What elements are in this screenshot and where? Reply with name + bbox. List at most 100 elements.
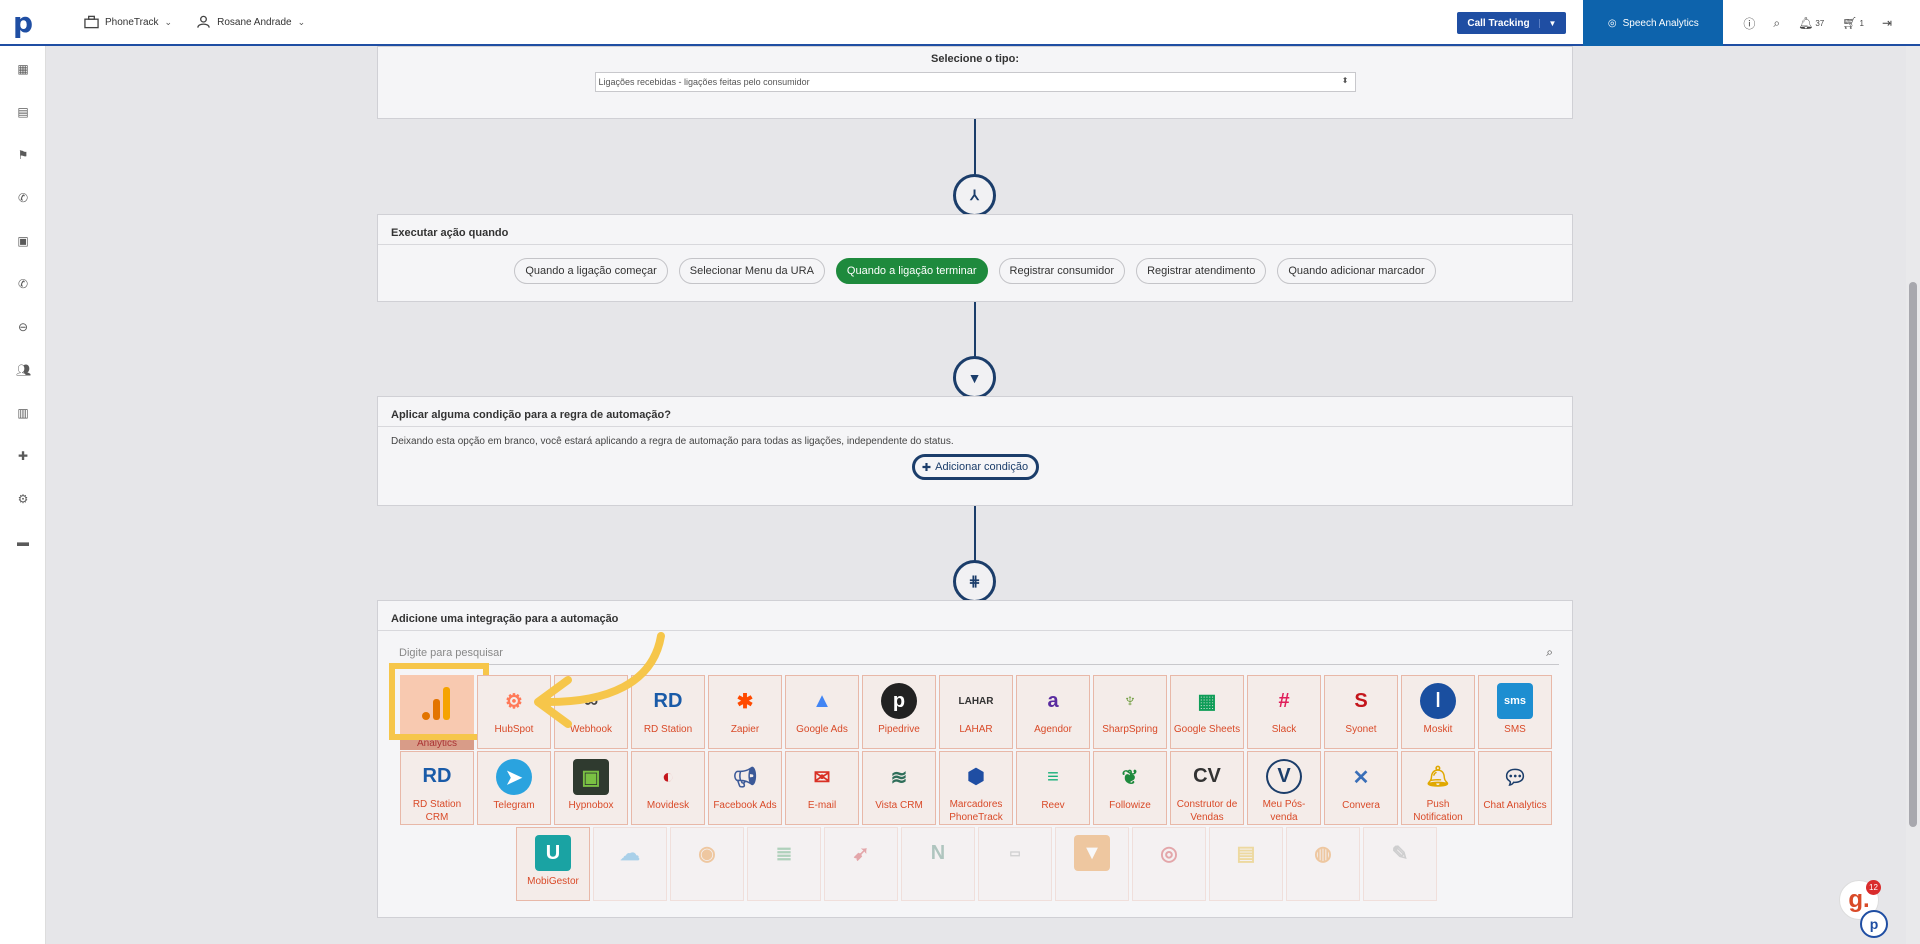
integration-followize[interactable]: ❦ Followize [1093, 751, 1167, 825]
connector-line [974, 119, 976, 176]
integration-meu-pos-venda[interactable]: V Meu Pós-venda [1247, 751, 1321, 825]
tipo-select[interactable]: Ligações recebidas - ligações feitas pel… [594, 72, 1356, 92]
integration-sharpspring[interactable]: ♆ SharpSpring [1093, 675, 1167, 749]
documents-icon[interactable]: ▤ [16, 105, 30, 119]
email-icon: ✉ [813, 766, 831, 789]
checklist-icon: ✎ [1391, 842, 1409, 865]
integration-rd-station-crm[interactable]: RD RD Station CRM [400, 751, 474, 825]
logo-mark: p [12, 5, 34, 39]
integration-syonet[interactable]: S Syonet [1324, 675, 1398, 749]
hubspot-icon: ⚙ [505, 690, 523, 713]
pipedrive-icon: p [881, 683, 917, 719]
chip-adicionar-marcador[interactable]: Quando adicionar marcador [1277, 258, 1436, 284]
integration-moskit[interactable]: ǀ Moskit [1401, 675, 1475, 749]
logout-icon[interactable]: ⇥ [1882, 16, 1892, 30]
meu-pos-venda-icon: V [1266, 759, 1302, 794]
integration-mobigestor[interactable]: U MobiGestor [516, 827, 590, 901]
integration-faded-8[interactable]: ◎ [1132, 827, 1206, 901]
integration-faded-3[interactable]: ≣ [747, 827, 821, 901]
contact-card-icon[interactable]: ▣ [16, 234, 30, 248]
add-condition-label: Adicionar condição [935, 461, 1029, 473]
search-icon[interactable]: ⌕ [1773, 16, 1780, 31]
integration-reev[interactable]: ≡ Reev [1016, 751, 1090, 825]
integration-telegram[interactable]: ➤ Telegram [477, 751, 551, 825]
sharpspring-icon: ♆ [1122, 689, 1138, 712]
integration-facebook-ads[interactable]: 📢︎ Facebook Ads [708, 751, 782, 825]
gear-icon[interactable]: ⚙ [16, 492, 30, 506]
cart-button[interactable]: 🛒︎ 1 [1842, 16, 1864, 30]
phonetrack-chat-icon[interactable]: p [1860, 910, 1888, 938]
integration-push-notification[interactable]: 🔔︎ Push Notification [1401, 751, 1475, 825]
integration-faded-1[interactable]: ☁ [593, 827, 667, 901]
cv-icon: CV [1193, 765, 1221, 787]
integration-marcadores-phonetrack[interactable]: ⬢ Marcadores PhoneTrack [939, 751, 1013, 825]
shirt-icon: ▼ [1074, 835, 1110, 871]
integration-faded-11[interactable]: ✎ [1363, 827, 1437, 901]
integration-google-ads[interactable]: ▲ Google Ads [785, 675, 859, 749]
notifications-button[interactable]: 🔔︎ 37 [1798, 16, 1824, 30]
chip-menu-ura[interactable]: Selecionar Menu da URA [678, 258, 825, 284]
integration-agendor[interactable]: a Agendor [1016, 675, 1090, 749]
dashboard-icon[interactable]: ▦ [16, 62, 30, 76]
chevron-down-icon: ⌄ [297, 16, 306, 27]
phone-icon[interactable]: ✆ [16, 191, 30, 205]
workspace-dropdown[interactable]: PhoneTrack ⌄ [84, 15, 172, 29]
chip-registrar-consumidor[interactable]: Registrar consumidor [998, 258, 1126, 284]
help-icon[interactable]: ⓘ [1743, 15, 1755, 32]
integration-convera[interactable]: ✕ Convera [1324, 751, 1398, 825]
call-tracking-label: Call Tracking [1467, 17, 1530, 29]
integration-faded-2[interactable]: ◉ [670, 827, 744, 901]
split-node-icon: ⅄ [953, 174, 996, 217]
store-icon[interactable]: ▬ [16, 535, 30, 549]
integration-vista-crm[interactable]: ≋ Vista CRM [862, 751, 936, 825]
integration-faded-5[interactable]: Ν [901, 827, 975, 901]
layers-icon: ≣ [775, 842, 793, 865]
call-icon[interactable]: ✆ [16, 277, 30, 291]
integration-slack[interactable]: # Slack [1247, 675, 1321, 749]
bell-icon: 🔔︎ [1798, 16, 1814, 30]
tipo-label: Selecione o tipo: [930, 53, 1019, 65]
arrow-icon: ➹ [852, 842, 870, 865]
condicao-text: Deixando esta opção em branco, você esta… [391, 436, 954, 447]
minus-circle-icon[interactable]: ⊖ [16, 320, 30, 334]
chip-ligacao-comecar[interactable]: Quando a ligação começar [514, 258, 668, 284]
add-condition-button[interactable]: ✚ Adicionar condição [911, 454, 1039, 480]
speech-analytics-button[interactable]: ◎ Speech Analytics [1583, 0, 1724, 46]
chip-ligacao-terminar[interactable]: Quando a ligação terminar [835, 258, 988, 284]
integration-movidesk[interactable]: ◐ Movidesk [631, 751, 705, 825]
integration-pipedrive[interactable]: p Pipedrive [862, 675, 936, 749]
phonetrack-logo[interactable]: p [0, 0, 46, 45]
reports-icon[interactable]: ▥ [16, 406, 30, 420]
chip-registrar-atendimento[interactable]: Registrar atendimento [1136, 258, 1267, 284]
integration-faded-9[interactable]: ▤ [1209, 827, 1283, 901]
puzzle-icon[interactable]: ✚ [16, 449, 30, 463]
call-tracking-button[interactable]: Call Tracking ▼ [1457, 12, 1567, 34]
connector-line [974, 302, 976, 360]
scrollbar-thumb[interactable] [1909, 282, 1917, 827]
integration-faded-4[interactable]: ➹ [824, 827, 898, 901]
integration-faded-7[interactable]: ▼ [1055, 827, 1129, 901]
integration-lahar[interactable]: LAHAR LAHAR [939, 675, 1013, 749]
integration-faded-10[interactable]: ◍ [1286, 827, 1360, 901]
guide-arrow-icon [534, 632, 665, 728]
integration-chat-analytics[interactable]: 💬︎ Chat Analytics [1478, 751, 1552, 825]
followize-icon: ❦ [1121, 766, 1139, 789]
integration-hypnobox[interactable]: ▣ Hypnobox [554, 751, 628, 825]
integration-faded-6[interactable]: ▭ [978, 827, 1052, 901]
integration-sms[interactable]: sms SMS [1478, 675, 1552, 749]
integration-construtor-de-vendas[interactable]: CV Construtor de Vendas [1170, 751, 1244, 825]
integration-email[interactable]: ✉ E-mail [785, 751, 859, 825]
slack-icon: # [1278, 689, 1290, 712]
note-icon: ▤ [1236, 842, 1256, 865]
integration-google-sheets[interactable]: ▦ Google Sheets [1170, 675, 1244, 749]
bell-icon: 🔔︎ [1425, 766, 1451, 788]
convera-icon: ✕ [1352, 766, 1370, 789]
users-icon[interactable]: 👥︎ [16, 363, 31, 377]
integration-zapier[interactable]: ✱ Zapier [708, 675, 782, 749]
flag-icon[interactable]: ⚑ [16, 148, 30, 162]
notifications-count: 37 [1815, 18, 1825, 28]
plus-icon: ✚ [921, 461, 932, 474]
user-dropdown[interactable]: Rosane Andrade ⌄ [196, 15, 305, 29]
trigger-chips: Quando a ligação começar Selecionar Menu… [378, 245, 1572, 284]
highlight-box [389, 663, 489, 740]
